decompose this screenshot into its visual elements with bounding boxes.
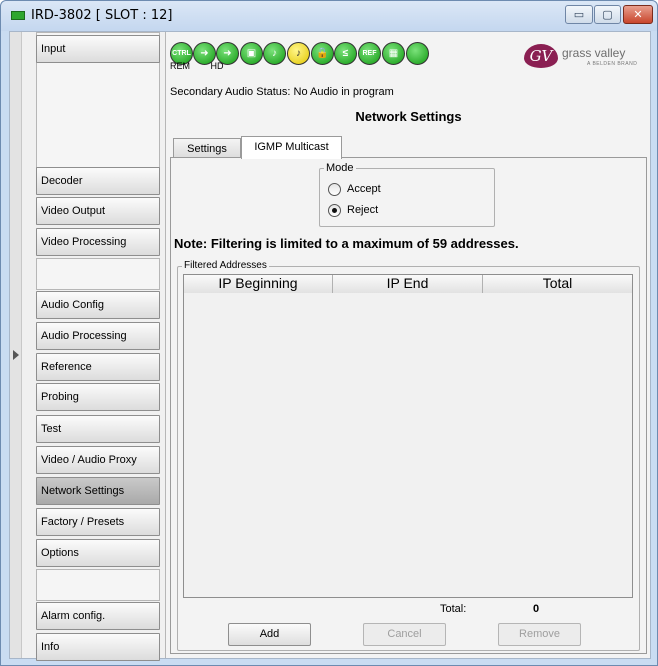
logo-text: grass valley xyxy=(562,46,626,60)
nav-item-video-output[interactable]: Video Output xyxy=(36,197,160,225)
add-button[interactable]: Add xyxy=(228,623,311,646)
window-title: IRD-3802 [ SLOT : 12] xyxy=(31,8,173,23)
app-window: IRD-3802 [ SLOT : 12] ▭ ▢ ✕ Input Decode… xyxy=(0,0,658,666)
minimize-button[interactable]: ▭ xyxy=(565,5,593,24)
compare-icon[interactable]: ≤ xyxy=(334,42,357,65)
reference-icon[interactable]: REF xyxy=(358,42,381,65)
nav-item-reference[interactable]: Reference xyxy=(36,353,160,381)
monitor-icon[interactable]: ▦ xyxy=(382,42,405,65)
filter-note: Note: Filtering is limited to a maximum … xyxy=(174,236,519,251)
reject-label: Reject xyxy=(347,204,379,216)
nav-item-probing[interactable]: Probing xyxy=(36,383,160,411)
close-button[interactable]: ✕ xyxy=(623,5,653,24)
mode-group: Mode Accept Reject xyxy=(319,162,495,227)
cancel-button[interactable]: Cancel xyxy=(363,623,446,646)
nav-item-alarm-config[interactable]: Alarm config. xyxy=(36,602,160,630)
nav-item-options[interactable]: Options xyxy=(36,539,160,567)
mode-reject-option[interactable]: Reject xyxy=(328,202,378,218)
nav-spacer xyxy=(36,258,160,290)
sidebar-nav: Input Decoder Video Output Video Process… xyxy=(22,32,165,661)
logo-mark: GV xyxy=(524,44,558,68)
client-area: Input Decoder Video Output Video Process… xyxy=(9,31,651,661)
audio-lock-icon[interactable]: 🔒 xyxy=(311,42,334,65)
filtered-addresses-group: Filtered Addresses IP Beginning IP End T… xyxy=(177,260,640,651)
collapse-bar[interactable] xyxy=(10,32,22,658)
status-led-icon[interactable] xyxy=(406,42,429,65)
video-icon[interactable]: ▣ xyxy=(240,42,263,65)
nav-item-network-settings[interactable]: Network Settings xyxy=(36,477,160,505)
accept-label: Accept xyxy=(347,183,381,195)
total-label: Total: xyxy=(440,603,467,615)
total-value: 0 xyxy=(533,603,540,615)
tab-settings[interactable]: Settings xyxy=(173,138,241,158)
nav-spacer xyxy=(36,569,160,601)
audio-icon[interactable]: ♪ xyxy=(263,42,286,65)
expand-arrow-icon[interactable] xyxy=(13,350,19,360)
brand-logo: GV grass valley A BELDEN BRAND xyxy=(524,44,644,72)
app-icon xyxy=(11,11,25,20)
mode-legend: Mode xyxy=(324,162,356,174)
mode-accept-option[interactable]: Accept xyxy=(328,181,381,197)
remove-button[interactable]: Remove xyxy=(498,623,581,646)
panel-title: Network Settings xyxy=(355,109,462,124)
audio-status-text: Secondary Audio Status: No Audio in prog… xyxy=(170,86,394,98)
column-total[interactable]: Total xyxy=(483,275,632,293)
nav-item-factory-presets[interactable]: Factory / Presets xyxy=(36,508,160,536)
addresses-table[interactable]: IP Beginning IP End Total xyxy=(183,274,633,598)
column-ip-beginning[interactable]: IP Beginning xyxy=(184,275,333,293)
nav-item-audio-config[interactable]: Audio Config xyxy=(36,291,160,319)
audio-warning-icon[interactable]: ♪ xyxy=(287,42,310,65)
tab-igmp-multicast[interactable]: IGMP Multicast xyxy=(241,136,342,159)
igmp-tab-panel: Mode Accept Reject Note: Filtering is li… xyxy=(170,157,647,654)
column-ip-end[interactable]: IP End xyxy=(333,275,483,293)
nav-item-test[interactable]: Test xyxy=(36,415,160,443)
accept-radio[interactable] xyxy=(328,182,341,196)
title-bar[interactable]: IRD-3802 [ SLOT : 12] ▭ ▢ ✕ xyxy=(1,1,657,31)
nav-item-decoder[interactable]: Decoder xyxy=(36,167,160,195)
filtered-addresses-legend: Filtered Addresses xyxy=(182,260,269,271)
nav-item-video-audio-proxy[interactable]: Video / Audio Proxy xyxy=(36,446,160,474)
nav-item-input[interactable]: Input xyxy=(36,35,160,63)
nav-item-video-processing[interactable]: Video Processing xyxy=(36,228,160,256)
logo-subline: A BELDEN BRAND xyxy=(587,61,638,67)
main-panel: CTRL ➜ ➜ ▣ ♪ ♪ 🔒 ≤ REF ▦ REM HD GV grass… xyxy=(165,32,650,658)
rem-label: REM xyxy=(170,61,190,71)
reject-radio[interactable] xyxy=(328,203,341,217)
rem-hd-labels: REM HD xyxy=(170,61,224,71)
hd-label: HD xyxy=(210,61,224,71)
nav-item-info[interactable]: Info xyxy=(36,633,160,661)
table-header: IP Beginning IP End Total xyxy=(184,275,632,293)
nav-item-audio-processing[interactable]: Audio Processing xyxy=(36,322,160,350)
maximize-button[interactable]: ▢ xyxy=(594,5,621,24)
